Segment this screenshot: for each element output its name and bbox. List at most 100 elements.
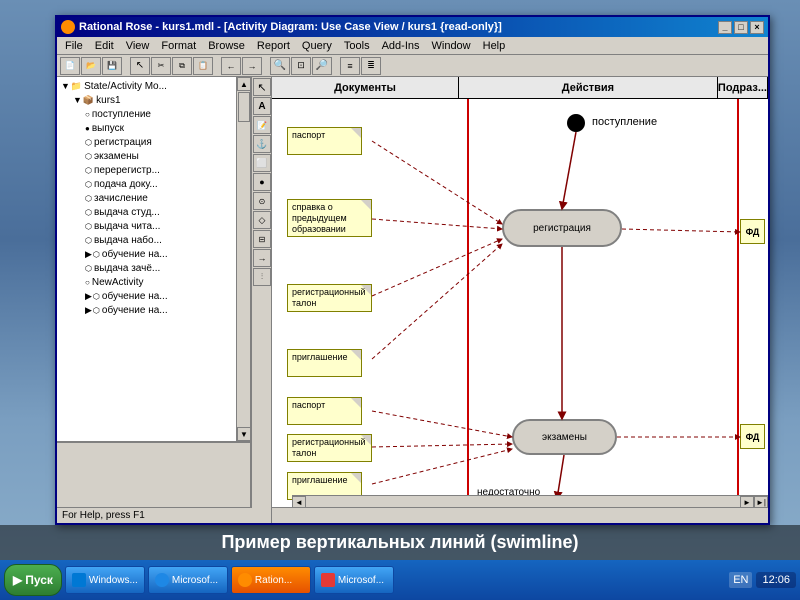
toolbar-list1[interactable]: ≡ <box>340 57 360 75</box>
tree-item-13[interactable]: ▶ ⬡ обучение на... <box>83 289 232 303</box>
content-area: ▼ 📁 State/Activity Mo... ▼ 📦 kurs1 ○ <box>57 77 768 523</box>
start-label: Пуск <box>25 573 53 587</box>
left-panel: ▼ 📁 State/Activity Mo... ▼ 📦 kurs1 ○ <box>57 77 252 523</box>
title-bar: Rational Rose - kurs1.mdl - [Activity Di… <box>57 17 768 37</box>
menu-tools[interactable]: Tools <box>338 39 376 53</box>
tree-item-5[interactable]: ⬡ подача доку... <box>83 177 232 191</box>
status-text: For Help, press F1 <box>62 510 145 521</box>
start-button[interactable]: ▶ Пуск <box>4 564 62 596</box>
menu-report[interactable]: Report <box>251 39 296 53</box>
title-bar-left: Rational Rose - kurs1.mdl - [Activity Di… <box>61 20 502 34</box>
maximize-button[interactable]: □ <box>734 21 748 34</box>
toolbar-forward[interactable]: → <box>242 57 262 75</box>
menu-view[interactable]: View <box>120 39 156 53</box>
minimize-button[interactable]: _ <box>718 21 732 34</box>
toolbar-open[interactable]: 📂 <box>81 57 101 75</box>
taskbar-icon-2 <box>238 573 252 587</box>
lang-indicator: EN <box>729 572 752 588</box>
toolbar: 📄 📂 💾 ↖ ✂ ⧉ 📋 ← → 🔍 ⊡ 🔎 ≡ ≣ <box>57 55 768 77</box>
doc-reg-talon-2: регистрационный талон <box>287 434 372 462</box>
toolbar-save[interactable]: 💾 <box>102 57 122 75</box>
diag-end[interactable]: ⊙ <box>253 192 271 210</box>
doc-spravka: справка о предыдущем образовании <box>287 199 372 237</box>
toolbar-zoom-in[interactable]: 🔍 <box>270 57 290 75</box>
tree-item-6[interactable]: ⬡ зачисление <box>83 191 232 205</box>
taskbar-label-1: Microsof... <box>172 575 218 586</box>
diagram-toolbar: ↖ A 📝 ⚓ ⬜ ● ⊙ ◇ ⊟ → ⫶ <box>252 77 272 523</box>
toolbar-arrow[interactable]: ↖ <box>130 57 150 75</box>
label-postuplenie: поступление <box>592 116 657 128</box>
title-controls: _ □ × <box>718 21 764 34</box>
tree-item-0[interactable]: ○ поступление <box>83 107 232 121</box>
tree-item-kurs1[interactable]: ▼ 📦 kurs1 <box>71 93 232 107</box>
close-button[interactable]: × <box>750 21 764 34</box>
col-header-docs: Документы <box>272 77 459 98</box>
toolbar-back[interactable]: ← <box>221 57 241 75</box>
taskbar-item-2[interactable]: Ration... <box>231 566 311 594</box>
diag-decision[interactable]: ◇ <box>253 211 271 229</box>
diag-note[interactable]: 📝 <box>253 116 271 134</box>
menu-format[interactable]: Format <box>155 39 202 53</box>
tree-item-12[interactable]: ○ NewActivity <box>83 275 232 289</box>
app-icon <box>61 20 75 34</box>
menu-browse[interactable]: Browse <box>202 39 251 53</box>
taskbar-item-0[interactable]: Windows... <box>65 566 145 594</box>
tree-vscroll[interactable]: ▲ ▼ <box>236 77 250 441</box>
toolbar-cut[interactable]: ✂ <box>151 57 171 75</box>
fd-box-1: ФД <box>740 219 765 244</box>
tree-item-8[interactable]: ⬡ выдача чита... <box>83 219 232 233</box>
tree-item-4[interactable]: ⬡ перерегистр... <box>83 163 232 177</box>
swimlane-container[interactable]: Документы Действия Подраз... паспорт <box>272 77 768 509</box>
col-header-actions: Действия <box>459 77 718 98</box>
window-title: Rational Rose - kurs1.mdl - [Activity Di… <box>79 21 502 33</box>
tree-item-1[interactable]: ● выпуск <box>83 121 232 135</box>
uml-start-circle <box>567 114 585 132</box>
divider-1 <box>467 99 469 509</box>
tree-item-3[interactable]: ⬡ экзамены <box>83 149 232 163</box>
taskbar-icon-0 <box>72 573 86 587</box>
menu-edit[interactable]: Edit <box>89 39 120 53</box>
menu-bar: File Edit View Format Browse Report Quer… <box>57 37 768 55</box>
scroll-up-arrow[interactable]: ▲ <box>237 77 250 91</box>
menu-file[interactable]: File <box>59 39 89 53</box>
tree-item-14[interactable]: ▶ ⬡ обучение на... <box>83 303 232 317</box>
diag-text[interactable]: A <box>253 97 271 115</box>
menu-window[interactable]: Window <box>426 39 477 53</box>
diag-state[interactable]: ⬜ <box>253 154 271 172</box>
toolbar-paste[interactable]: 📋 <box>193 57 213 75</box>
taskbar-item-1[interactable]: Microsof... <box>148 566 228 594</box>
tree-item-11[interactable]: ⬡ выдача зачё... <box>83 261 232 275</box>
toolbar-zoom-out[interactable]: 🔎 <box>312 57 332 75</box>
toolbar-zoom-fit[interactable]: ⊡ <box>291 57 311 75</box>
tree-panel: ▼ 📁 State/Activity Mo... ▼ 📦 kurs1 ○ <box>57 77 250 443</box>
tree-item-7[interactable]: ⬡ выдача студ... <box>83 205 232 219</box>
diag-transition[interactable]: → <box>253 249 271 267</box>
menu-addins[interactable]: Add-Ins <box>376 39 426 53</box>
diag-select[interactable]: ↖ <box>253 78 271 96</box>
status-bar: For Help, press F1 <box>57 507 768 523</box>
diag-sync[interactable]: ⊟ <box>253 230 271 248</box>
taskbar: ▶ Пуск Windows... Microsof... Ration... … <box>0 560 800 600</box>
swimlane-body: паспорт справка о предыдущем образовании… <box>272 99 768 509</box>
fd-box-2: ФД <box>740 424 765 449</box>
diag-start[interactable]: ● <box>253 173 271 191</box>
diag-anchor[interactable]: ⚓ <box>253 135 271 153</box>
scroll-thumb[interactable] <box>238 92 250 122</box>
diag-swimlane[interactable]: ⫶ <box>253 268 271 286</box>
uml-registration: регистрация <box>502 209 622 247</box>
taskbar-item-3[interactable]: Microsof... <box>314 566 394 594</box>
tree-item-2[interactable]: ⬡ регистрация <box>83 135 232 149</box>
toolbar-list2[interactable]: ≣ <box>361 57 381 75</box>
caption-text: Пример вертикальных линий (swimline) <box>221 532 578 553</box>
doc-invite-1: приглашение <box>287 349 362 377</box>
menu-query[interactable]: Query <box>296 39 338 53</box>
tree-item-9[interactable]: ⬡ выдача набо... <box>83 233 232 247</box>
toolbar-copy[interactable]: ⧉ <box>172 57 192 75</box>
taskbar-label-2: Ration... <box>255 575 292 586</box>
scroll-down-arrow[interactable]: ▼ <box>237 427 250 441</box>
menu-help[interactable]: Help <box>477 39 512 53</box>
tree-item-10[interactable]: ▶ ⬡ обучение на... <box>83 247 232 261</box>
toolbar-new[interactable]: 📄 <box>60 57 80 75</box>
tree-root[interactable]: ▼ 📁 State/Activity Mo... <box>59 79 232 93</box>
clock: 12:06 <box>756 572 796 588</box>
